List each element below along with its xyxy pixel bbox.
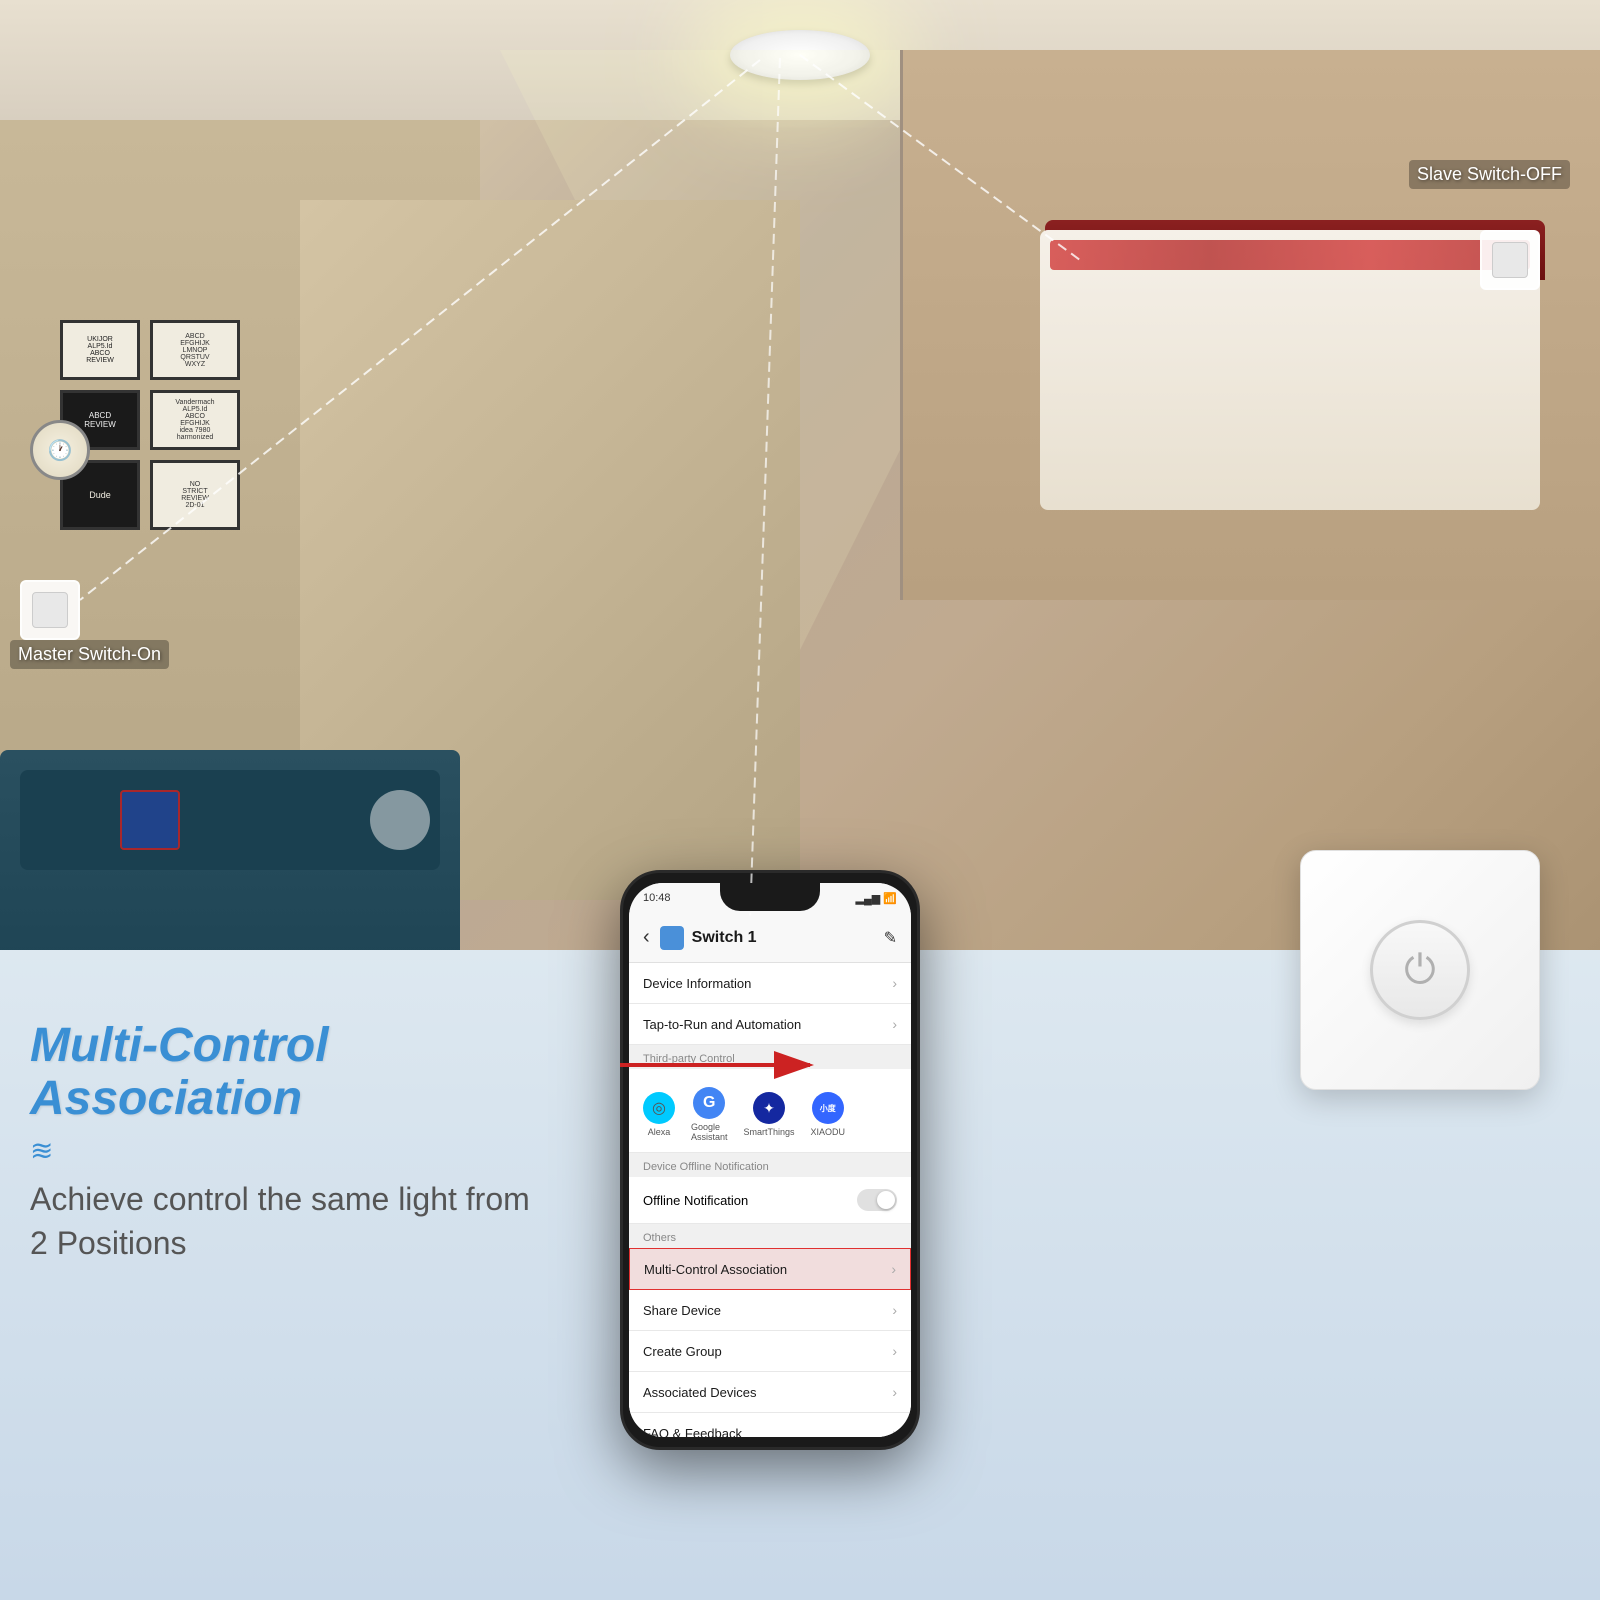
switch-inner	[32, 592, 68, 628]
waves-decoration: ≋	[30, 1134, 610, 1167]
phone-title: Switch 1	[692, 929, 884, 947]
smartphone: 10:48 ▂▄▆ 📶 ‹ Switch 1 ✎ Device Informat…	[620, 870, 920, 1450]
offline-label: Offline Notification	[643, 1193, 748, 1208]
phone-notch	[720, 883, 820, 911]
description-line1: Achieve control the same light from	[30, 1181, 530, 1217]
menu-item-share-device[interactable]: Share Device ›	[629, 1290, 911, 1331]
section-label-others: Others	[629, 1224, 911, 1248]
menu-list: Device Information › Tap-to-Run and Auto…	[629, 963, 911, 1437]
section-label-offline: Device Offline Notification	[629, 1153, 911, 1177]
xiaodu-icon-item[interactable]: 小度 XIAODU	[811, 1092, 846, 1137]
alexa-circle: ◎	[643, 1092, 675, 1124]
wall-clock: 🕐	[30, 420, 90, 480]
menu-label: Multi-Control Association	[644, 1262, 787, 1277]
picture-frame: ABCDEFGHIJKLMNOPQRSTUVWXYZ	[150, 320, 240, 380]
smartthings-icon-item[interactable]: ✦ SmartThings	[744, 1092, 795, 1137]
description: Achieve control the same light from 2 Po…	[30, 1177, 610, 1267]
master-switch-box	[20, 580, 80, 640]
arrow-icon: ›	[891, 1261, 896, 1277]
arrow-icon: ›	[892, 1016, 897, 1032]
phone-signal: ▂▄▆ 📶	[856, 892, 897, 905]
google-label: GoogleAssistant	[691, 1122, 728, 1142]
third-party-icons: ◎ Alexa G GoogleAssistant ✦ SmartThings …	[643, 1087, 897, 1142]
menu-label: Tap-to-Run and Automation	[643, 1017, 801, 1032]
picture-frame: UKIJORALP5.IdABCOREVIEW	[60, 320, 140, 380]
edit-icon[interactable]: ✎	[884, 928, 897, 948]
toggle-knob	[877, 1191, 895, 1209]
slave-switch-box	[1480, 230, 1540, 290]
picture-frame: NOSTRICTREVIEW2D-01	[150, 460, 240, 530]
power-button[interactable]: ⏻	[1370, 920, 1470, 1020]
multi-control-title: Multi-Control Association	[30, 1020, 610, 1126]
alexa-label: Alexa	[648, 1127, 671, 1137]
menu-item-associated-devices[interactable]: Associated Devices ›	[629, 1372, 911, 1413]
phone-time: 10:48	[643, 892, 671, 904]
menu-label: Share Device	[643, 1303, 721, 1318]
master-switch-label: Master Switch-On	[10, 640, 169, 669]
picture-frame: VandermachALP5.IdABCOEFGHIJKidea 7980har…	[150, 390, 240, 450]
info-section: Multi-Control Association ≋ Achieve cont…	[30, 1020, 610, 1266]
phone-header: ‹ Switch 1 ✎	[629, 913, 911, 963]
google-icon-item[interactable]: G GoogleAssistant	[691, 1087, 728, 1142]
third-party-section: ◎ Alexa G GoogleAssistant ✦ SmartThings …	[629, 1069, 911, 1153]
menu-item-tap-to-run[interactable]: Tap-to-Run and Automation ›	[629, 1004, 911, 1045]
smartthings-circle: ✦	[753, 1092, 785, 1124]
bedroom-area	[900, 50, 1600, 600]
arrow-icon: ›	[892, 1343, 897, 1359]
description-line2: 2 Positions	[30, 1225, 187, 1261]
menu-label: Associated Devices	[643, 1385, 756, 1400]
power-icon: ⏻	[1404, 948, 1436, 993]
xiaodu-label: XIAODU	[811, 1127, 846, 1137]
phone-screen: 10:48 ▂▄▆ 📶 ‹ Switch 1 ✎ Device Informat…	[629, 883, 911, 1437]
menu-label: FAQ & Feedback	[643, 1426, 742, 1438]
smart-switch-device: ⏻	[1300, 850, 1540, 1090]
google-circle: G	[693, 1087, 725, 1119]
device-icon	[660, 926, 684, 950]
bed	[1040, 230, 1540, 510]
alexa-icon-item[interactable]: ◎ Alexa	[643, 1092, 675, 1137]
xiaodu-circle: 小度	[812, 1092, 844, 1124]
slave-switch-label: Slave Switch-OFF	[1409, 160, 1570, 189]
arrow-icon: ›	[892, 975, 897, 991]
menu-item-create-group[interactable]: Create Group ›	[629, 1331, 911, 1372]
offline-toggle[interactable]	[857, 1189, 897, 1211]
menu-item-multi-control[interactable]: Multi-Control Association ›	[629, 1248, 911, 1290]
menu-item-device-info[interactable]: Device Information ›	[629, 963, 911, 1004]
back-button[interactable]: ‹	[643, 926, 650, 949]
arrow-icon: ›	[892, 1425, 897, 1437]
menu-label: Create Group	[643, 1344, 722, 1359]
offline-notification-row: Offline Notification	[629, 1177, 911, 1224]
switch-inner	[1492, 242, 1528, 278]
arrow-icon: ›	[892, 1302, 897, 1318]
menu-label: Device Information	[643, 976, 751, 991]
menu-item-faq[interactable]: FAQ & Feedback ›	[629, 1413, 911, 1437]
smartthings-label: SmartThings	[744, 1127, 795, 1137]
section-label-third-party: Third-party Control	[629, 1045, 911, 1069]
arrow-icon: ›	[892, 1384, 897, 1400]
